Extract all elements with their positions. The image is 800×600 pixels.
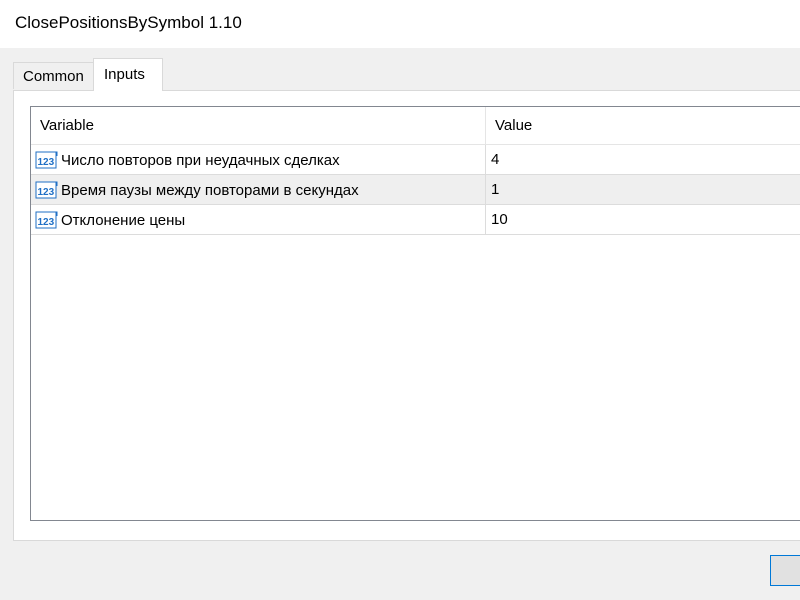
integer-123-icon: 123 [35, 211, 58, 229]
table-row[interactable]: 123 Время паузы между повторами в секунд… [31, 175, 800, 205]
svg-text:123: 123 [38, 157, 55, 168]
ok-button[interactable] [770, 555, 800, 586]
tab-inputs[interactable]: Inputs [93, 58, 163, 91]
tab-inputs-label: Inputs [104, 66, 145, 83]
inputs-grid: Variable Value 123 Число повторов при не… [30, 106, 800, 521]
cell-divider [485, 205, 486, 234]
variable-name: Число повторов при неудачных сделках [61, 151, 340, 169]
column-header-variable[interactable]: Variable [40, 117, 94, 134]
cell-divider [485, 145, 486, 174]
variable-cell: 123 Отклонение цены [35, 209, 185, 231]
column-divider[interactable] [485, 107, 486, 144]
value-cell[interactable]: 1 [491, 181, 499, 198]
variable-cell: 123 Число повторов при неудачных сделках [35, 149, 340, 171]
variable-name: Время паузы между повторами в секундах [61, 181, 359, 199]
value-cell[interactable]: 4 [491, 151, 499, 168]
grid-header: Variable Value [31, 107, 800, 145]
table-row[interactable]: 123 Отклонение цены 10 [31, 205, 800, 235]
integer-123-icon: 123 [35, 151, 58, 169]
table-row[interactable]: 123 Число повторов при неудачных сделках… [31, 145, 800, 175]
window-title: ClosePositionsBySymbol 1.10 [15, 13, 242, 32]
svg-text:123: 123 [38, 217, 55, 228]
value-cell[interactable]: 10 [491, 211, 508, 228]
title-bar: ClosePositionsBySymbol 1.10 [0, 0, 800, 48]
variable-cell: 123 Время паузы между повторами в секунд… [35, 179, 359, 201]
cell-divider [485, 175, 486, 204]
tab-common-label: Common [23, 68, 84, 85]
dialog-window: ClosePositionsBySymbol 1.10 Common Input… [0, 0, 800, 600]
integer-123-icon: 123 [35, 181, 58, 199]
variable-name: Отклонение цены [61, 211, 186, 229]
column-header-value[interactable]: Value [495, 117, 532, 134]
tab-common[interactable]: Common [13, 62, 95, 89]
svg-text:123: 123 [38, 187, 55, 198]
